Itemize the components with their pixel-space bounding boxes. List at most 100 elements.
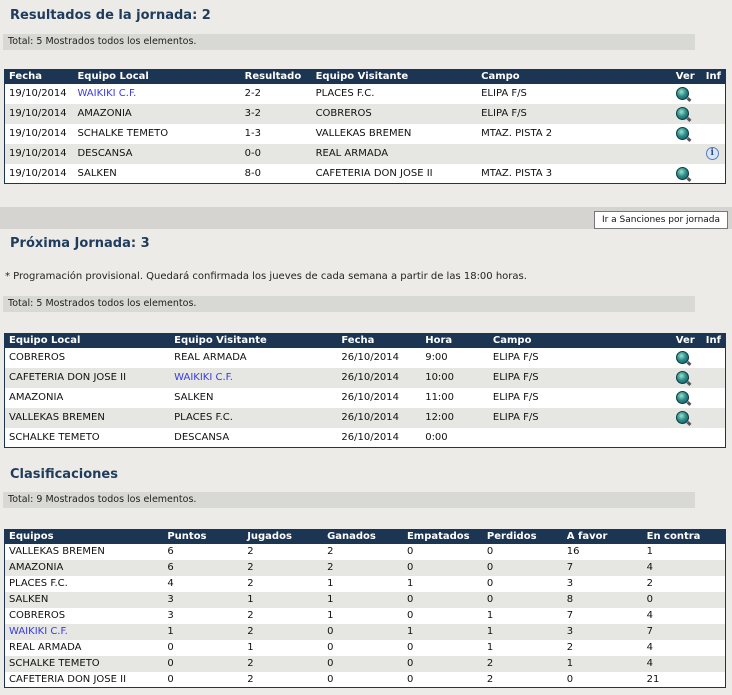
cell-a-favor: 7 (562, 607, 643, 624)
cell-perdidos: 0 (482, 575, 563, 592)
cell-team: AMAZONIA (4, 559, 164, 576)
view-magnifier-icon[interactable] (675, 87, 689, 100)
view-magnifier-icon[interactable] (675, 411, 689, 424)
cell-puntos: 6 (163, 559, 244, 576)
next-round-total: Total: 5 Mostrados todos los elementos. (3, 296, 695, 312)
cell-ganados: 0 (323, 655, 403, 672)
team-link-waikiki[interactable]: WAIKIKI C.F. (77, 88, 136, 99)
cell-ganados: 0 (323, 639, 403, 656)
cell-a-favor: 1 (562, 655, 643, 672)
cell-perdidos: 1 (482, 639, 563, 656)
cell-fecha: 26/10/2014 (337, 427, 422, 448)
cell-jugados: 1 (243, 639, 324, 656)
col-perdidos: Perdidos (482, 529, 563, 544)
table-row: SALKEN 3 1 1 0 0 8 0 (4, 591, 726, 608)
team-link-waikiki[interactable]: WAIKIKI C.F. (9, 626, 68, 637)
cell-puntos: 0 (163, 671, 244, 688)
cell-team: SALKEN (4, 591, 164, 608)
table-row: COBREROS REAL ARMADA 26/10/2014 9:00 ELI… (4, 347, 726, 368)
cell-campo: ELIPA F/S (488, 347, 672, 368)
cell-a-favor: 16 (562, 543, 643, 560)
cell-ganados: 1 (323, 575, 403, 592)
cell-fecha: 19/10/2014 (4, 83, 74, 104)
cell-fecha: 26/10/2014 (337, 387, 422, 408)
cell-ganados: 2 (323, 543, 403, 560)
cell-local: AMAZONIA (4, 387, 171, 408)
cell-local: VALLEKAS BREMEN (4, 407, 171, 428)
col-inf: Inf (701, 333, 726, 348)
cell-campo (488, 427, 672, 448)
cell-resultado: 3-2 (240, 103, 312, 124)
cell-a-favor: 7 (562, 559, 643, 576)
sanciones-button[interactable]: Ir a Sanciones por jornada (594, 211, 728, 229)
col-equipos: Equipos (4, 529, 164, 544)
standings-title: Clasificaciones (10, 467, 118, 482)
cell-jugados: 2 (243, 623, 324, 640)
col-jugados: Jugados (243, 529, 324, 544)
view-magnifier-icon[interactable] (675, 351, 689, 364)
view-magnifier-icon[interactable] (675, 166, 689, 180)
col-campo: Campo (488, 333, 672, 348)
cell-a-favor: 2 (562, 639, 643, 656)
table-row: AMAZONIA 6 2 2 0 0 7 4 (4, 559, 726, 576)
cell-jugados: 2 (243, 655, 324, 672)
cell-visitante: PLACES F.C. (311, 83, 478, 104)
col-fecha: Fecha (337, 333, 422, 348)
team-link-waikiki[interactable]: WAIKIKI C.F. (174, 372, 233, 383)
cell-a-favor: 8 (562, 591, 643, 608)
cell-team: SCHALKE TEMETO (4, 655, 164, 672)
cell-inf (701, 123, 726, 144)
cell-inf (701, 407, 726, 428)
cell-en-contra: 21 (642, 671, 726, 688)
cell-en-contra: 2 (642, 575, 726, 592)
cell-jugados: 2 (243, 543, 324, 560)
cell-ganados: 2 (323, 559, 403, 576)
cell-ganados: 1 (323, 607, 403, 624)
view-magnifier-icon[interactable] (675, 391, 689, 404)
view-magnifier-icon[interactable] (675, 371, 689, 384)
table-row: SCHALKE TEMETO 0 2 0 0 2 1 4 (4, 655, 726, 672)
col-equipo-local: Equipo Local (73, 69, 241, 84)
cell-perdidos: 1 (482, 607, 563, 624)
cell-a-favor: 3 (562, 623, 643, 640)
cell-visitante: COBREROS (311, 103, 478, 124)
table-row: PLACES F.C. 4 2 1 1 0 3 2 (4, 575, 726, 592)
cell-campo: ELIPA F/S (488, 407, 672, 428)
table-row: 19/10/2014 SCHALKE TEMETO 1-3 VALLEKAS B… (4, 123, 726, 144)
cell-ganados: 0 (323, 623, 403, 640)
cell-resultado: 1-3 (240, 123, 312, 144)
view-magnifier-icon[interactable] (675, 107, 689, 120)
cell-hora: 0:00 (421, 427, 489, 448)
cell-campo: MTAZ. PISTA 3 (477, 163, 672, 184)
col-ganados: Ganados (323, 529, 403, 544)
cell-visitante: VALLEKAS BREMEN (311, 123, 478, 144)
cell-empatados: 0 (402, 559, 483, 576)
cell-visitante: CAFETERIA DON JOSE II (311, 163, 478, 184)
table-row: WAIKIKI C.F. 1 2 0 1 1 3 7 (4, 623, 726, 640)
cell-empatados: 0 (402, 671, 483, 688)
cell-fecha: 26/10/2014 (337, 347, 422, 368)
info-icon[interactable]: i (705, 147, 719, 160)
cell-jugados: 2 (243, 559, 324, 576)
cell-perdidos: 1 (482, 623, 563, 640)
cell-fecha: 26/10/2014 (337, 367, 422, 388)
cell-hora: 9:00 (421, 347, 489, 368)
cell-local: AMAZONIA (73, 103, 241, 124)
cell-ver (671, 143, 702, 164)
view-magnifier-icon[interactable] (675, 127, 689, 140)
cell-en-contra: 4 (642, 607, 726, 624)
cell-campo: ELIPA F/S (477, 83, 672, 104)
cell-campo: ELIPA F/S (488, 387, 672, 408)
standings-header-row: Equipos Puntos Jugados Ganados Empatados… (4, 529, 726, 544)
col-campo: Campo (477, 69, 672, 84)
next-round-header-row: Equipo Local Equipo Visitante Fecha Hora… (4, 333, 726, 348)
cell-en-contra: 4 (642, 639, 726, 656)
cell-empatados: 0 (402, 639, 483, 656)
cell-hora: 12:00 (421, 407, 489, 428)
col-ver: Ver (671, 333, 702, 348)
col-ver: Ver (671, 69, 702, 84)
cell-visitante: REAL ARMADA (311, 143, 478, 164)
cell-inf (701, 347, 726, 368)
cell-en-contra: 4 (642, 655, 726, 672)
cell-empatados: 1 (402, 575, 483, 592)
